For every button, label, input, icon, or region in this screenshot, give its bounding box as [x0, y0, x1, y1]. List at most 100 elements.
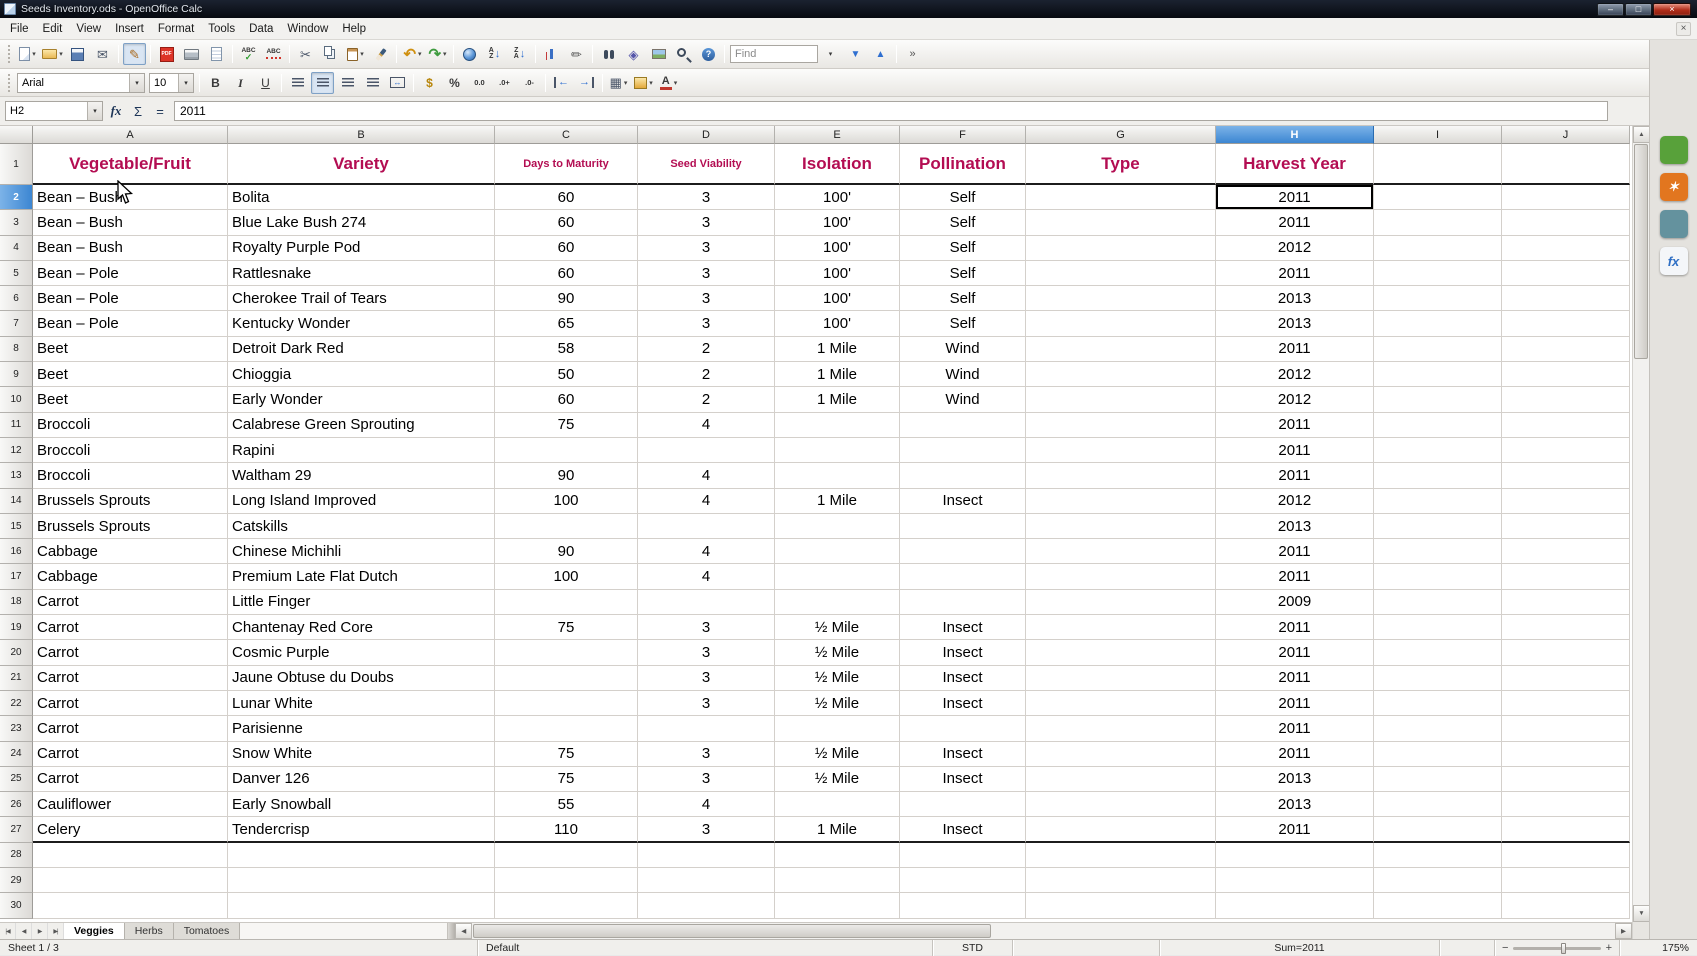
row-header-18[interactable]: 18 — [0, 590, 33, 615]
cell[interactable]: Carrot — [33, 666, 228, 691]
cell[interactable]: 1 Mile — [775, 817, 900, 842]
cell[interactable]: Insect — [900, 767, 1026, 792]
cell[interactable] — [1026, 489, 1216, 514]
dropdown-caret-icon[interactable]: ▾ — [59, 50, 63, 58]
cell[interactable] — [1502, 438, 1630, 463]
cell[interactable] — [1502, 185, 1630, 210]
cell[interactable] — [495, 590, 638, 615]
horizontal-scrollbar-thumb[interactable] — [473, 924, 991, 938]
cell[interactable] — [1502, 387, 1630, 412]
maximize-button[interactable]: □ — [1625, 3, 1652, 16]
cell[interactable] — [1026, 893, 1216, 918]
cell[interactable] — [1374, 843, 1502, 868]
cell[interactable] — [495, 868, 638, 893]
cell[interactable] — [775, 514, 900, 539]
cell[interactable] — [1502, 489, 1630, 514]
menu-help[interactable]: Help — [335, 20, 373, 38]
column-header-A[interactable]: A — [33, 126, 228, 144]
cell[interactable] — [1502, 514, 1630, 539]
row-header-24[interactable]: 24 — [0, 742, 33, 767]
first-sheet-icon[interactable]: |◀ — [0, 923, 16, 939]
cell[interactable]: 50 — [495, 362, 638, 387]
cell[interactable]: Early Snowball — [228, 792, 495, 817]
cell[interactable] — [900, 792, 1026, 817]
cell[interactable] — [1026, 362, 1216, 387]
menu-edit[interactable]: Edit — [36, 20, 70, 38]
cell[interactable] — [228, 843, 495, 868]
cell[interactable]: ½ Mile — [775, 742, 900, 767]
cell[interactable] — [1374, 438, 1502, 463]
export-pdf-icon[interactable]: PDF — [155, 43, 178, 65]
formula-input-line[interactable]: 2011 — [174, 101, 1608, 121]
menu-tools[interactable]: Tools — [201, 20, 242, 38]
row-header-8[interactable]: 8 — [0, 337, 33, 362]
cell[interactable]: Carrot — [33, 615, 228, 640]
find-dropdown-icon[interactable]: ▾ — [819, 43, 842, 65]
cell[interactable]: Carrot — [33, 590, 228, 615]
last-sheet-icon[interactable]: ▶| — [48, 923, 64, 939]
row-header-27[interactable]: 27 — [0, 817, 33, 842]
format-paintbrush-icon[interactable] — [369, 43, 392, 65]
cell[interactable]: 110 — [495, 817, 638, 842]
menu-window[interactable]: Window — [280, 20, 335, 38]
cell[interactable]: 75 — [495, 413, 638, 438]
cell[interactable]: 3 — [638, 666, 775, 691]
page-style[interactable]: Default — [478, 940, 933, 956]
cell[interactable] — [1026, 311, 1216, 336]
new-document-icon[interactable]: ▾ — [16, 43, 39, 65]
hyperlink-icon[interactable] — [458, 43, 481, 65]
cell[interactable] — [1374, 767, 1502, 792]
font-size-dropdown-icon[interactable]: ▾ — [178, 74, 193, 92]
find-input[interactable] — [730, 45, 818, 63]
cell[interactable]: Cherokee Trail of Tears — [228, 286, 495, 311]
cell[interactable]: Carrot — [33, 767, 228, 792]
close-document-icon[interactable]: × — [1676, 22, 1691, 36]
redo-icon[interactable]: ↷▾ — [426, 43, 449, 65]
cell[interactable]: 3 — [638, 286, 775, 311]
sort-descending-icon[interactable]: Z A — [508, 43, 531, 65]
cell[interactable] — [900, 514, 1026, 539]
cell[interactable]: Royalty Purple Pod — [228, 236, 495, 261]
dropdown-caret-icon[interactable]: ▾ — [443, 50, 447, 58]
cell[interactable]: 2011 — [1216, 185, 1374, 210]
cell[interactable] — [775, 792, 900, 817]
cell[interactable]: Brussels Sprouts — [33, 489, 228, 514]
cell[interactable]: 75 — [495, 742, 638, 767]
cell[interactable]: Detroit Dark Red — [228, 337, 495, 362]
header-cell[interactable]: Days to Maturity — [495, 144, 638, 185]
cell[interactable] — [775, 438, 900, 463]
tab-scrollbar-splitter[interactable] — [448, 923, 455, 939]
cell[interactable] — [495, 691, 638, 716]
paste-icon[interactable]: ▾ — [344, 43, 367, 65]
zoom-icon[interactable] — [672, 43, 695, 65]
cell[interactable]: Waltham 29 — [228, 463, 495, 488]
cell[interactable] — [33, 893, 228, 918]
row-header-9[interactable]: 9 — [0, 362, 33, 387]
cell[interactable]: 60 — [495, 261, 638, 286]
cell[interactable] — [1026, 387, 1216, 412]
cell[interactable]: 4 — [638, 413, 775, 438]
cell[interactable]: Self — [900, 311, 1026, 336]
vertical-scrollbar-thumb[interactable] — [1634, 144, 1648, 359]
zoom-out-icon[interactable]: − — [1502, 943, 1508, 954]
cell[interactable] — [775, 868, 900, 893]
cell[interactable] — [900, 868, 1026, 893]
cell[interactable]: 2011 — [1216, 261, 1374, 286]
cell[interactable] — [33, 843, 228, 868]
row-header-26[interactable]: 26 — [0, 792, 33, 817]
cell[interactable]: Self — [900, 286, 1026, 311]
cell[interactable] — [1502, 691, 1630, 716]
cell[interactable]: Wind — [900, 337, 1026, 362]
cell[interactable]: 100' — [775, 286, 900, 311]
header-cell[interactable] — [1374, 144, 1502, 185]
cell[interactable]: 3 — [638, 261, 775, 286]
font-name-dropdown-icon[interactable]: ▾ — [129, 74, 144, 92]
cell[interactable]: Insect — [900, 640, 1026, 665]
cell[interactable]: Bean – Pole — [33, 261, 228, 286]
cell[interactable]: 60 — [495, 236, 638, 261]
cell[interactable] — [1502, 615, 1630, 640]
dock-icon-teal[interactable] — [1660, 210, 1688, 238]
row-header-23[interactable]: 23 — [0, 716, 33, 741]
column-header-E[interactable]: E — [775, 126, 900, 144]
header-cell[interactable]: Isolation — [775, 144, 900, 185]
